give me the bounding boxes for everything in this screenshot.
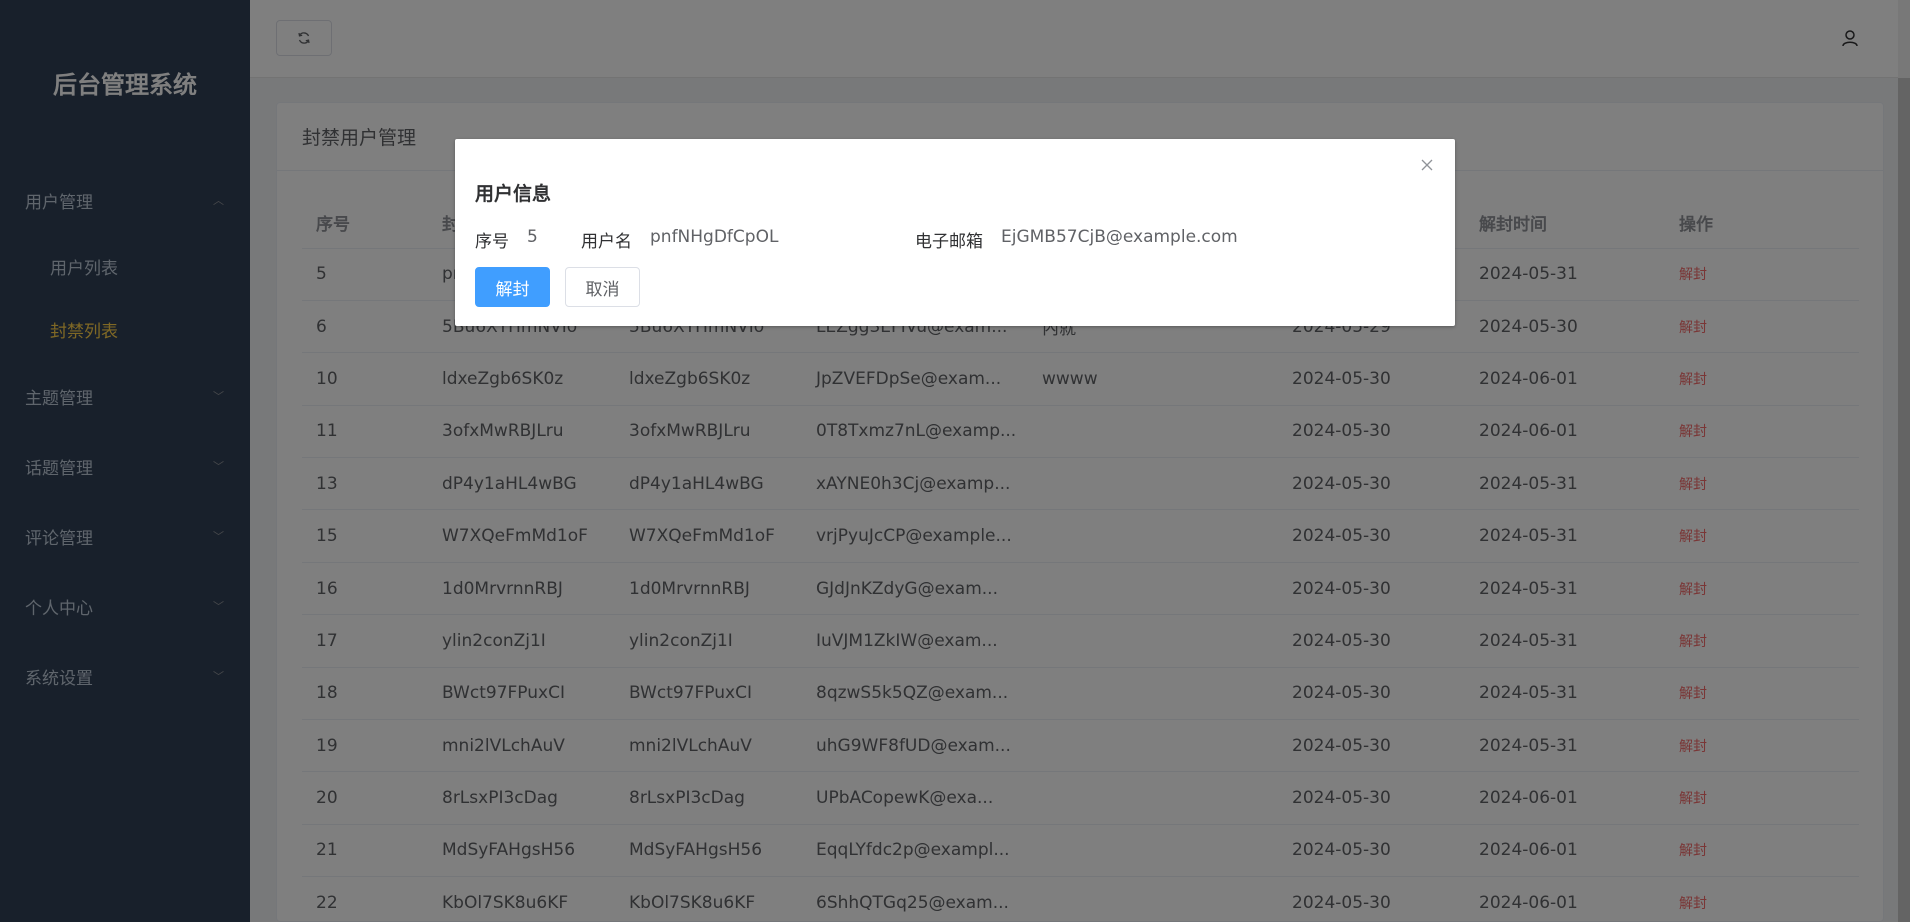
user-info-row: 序号 5 用户名 pnfNHgDfCpOL 电子邮箱 EjGMB57CjB@ex… xyxy=(475,227,1238,252)
unban-button[interactable]: 解封 xyxy=(475,267,550,307)
email-label: 电子邮箱 xyxy=(915,232,983,252)
id-value: 5 xyxy=(527,227,538,247)
cancel-button[interactable]: 取消 xyxy=(565,267,640,307)
close-button[interactable] xyxy=(1417,155,1437,175)
username-value: pnfNHgDfCpOL xyxy=(650,227,779,247)
email-value: EjGMB57CjB@example.com xyxy=(1001,227,1238,247)
dialog-title: 用户信息 xyxy=(475,183,552,205)
close-icon xyxy=(1421,159,1433,171)
id-label: 序号 xyxy=(475,232,509,252)
user-info-dialog: 用户信息 序号 5 用户名 pnfNHgDfCpOL 电子邮箱 EjGMB57C… xyxy=(455,139,1455,326)
username-label: 用户名 xyxy=(581,232,632,252)
